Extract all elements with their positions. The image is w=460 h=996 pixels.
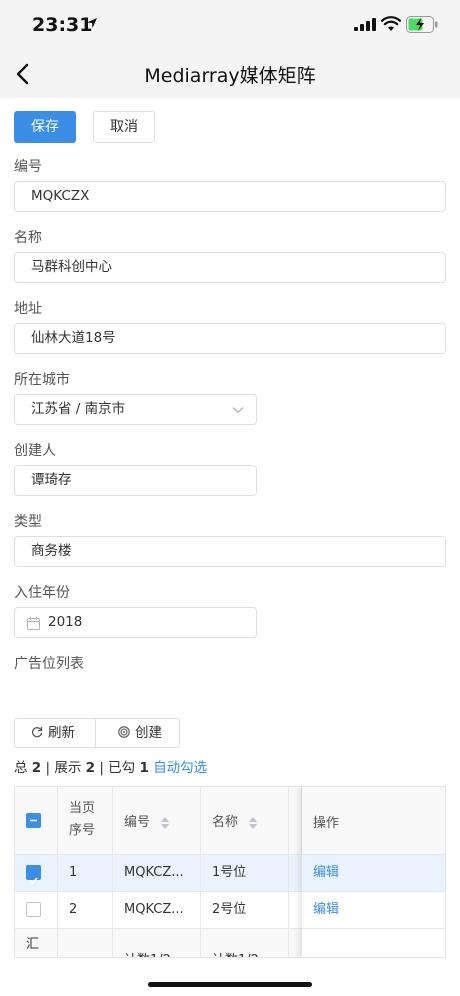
footer-code-count: 计数1/2 xyxy=(113,929,201,957)
header-code[interactable]: 编号 xyxy=(113,787,201,855)
select-all-checkbox[interactable] xyxy=(26,813,41,828)
refresh-icon xyxy=(31,727,43,738)
wifi-icon xyxy=(381,16,401,31)
summary-shown: 2 xyxy=(85,760,96,776)
sort-icon xyxy=(249,816,258,829)
refresh-label: 刷新 xyxy=(48,725,75,741)
calendar-icon xyxy=(27,617,40,630)
header-seq-line1: 当页 xyxy=(69,801,96,816)
header-actions: 操作 xyxy=(302,787,445,855)
footer-label: 汇 xyxy=(15,929,58,957)
name-label: 名称 xyxy=(14,230,42,246)
row-checkbox[interactable] xyxy=(26,865,41,885)
city-select-value: 江苏省 / 南京市 xyxy=(31,401,126,417)
type-field[interactable]: 商务楼 xyxy=(14,536,446,567)
row-name: 1号位 xyxy=(201,855,289,892)
location-arrow-icon xyxy=(87,18,97,28)
name-field[interactable]: 马群科创中心 xyxy=(14,252,446,283)
year-label: 入住年份 xyxy=(14,585,70,601)
address-field[interactable]: 仙林大道18号 xyxy=(14,323,446,354)
row-action-cell: 编辑 xyxy=(302,892,445,929)
auto-select-link[interactable]: 自动勾选 xyxy=(153,760,207,776)
page: 23:31 Mediarray媒体矩阵 保存 取消 编号 MQKCZX 名称 马… xyxy=(0,0,460,996)
type-label: 类型 xyxy=(14,514,42,530)
actions-column: 操作 编辑 编辑 xyxy=(302,787,445,957)
edit-link[interactable]: 编辑 xyxy=(313,902,339,917)
city-label: 所在城市 xyxy=(14,372,70,388)
row-action-cell: 编辑 xyxy=(302,855,445,892)
header-spacer xyxy=(289,787,302,855)
header-seq: 当页 序号 xyxy=(58,787,113,855)
header-seq-line2: 序号 xyxy=(69,823,96,838)
footer-seq xyxy=(58,929,113,957)
create-button[interactable]: 创建 xyxy=(96,719,180,747)
creator-label: 创建人 xyxy=(14,443,56,459)
creator-field[interactable]: 谭琦存 xyxy=(14,465,257,496)
code-label: 编号 xyxy=(14,159,42,175)
table-toolbar: 刷新 创建 xyxy=(14,718,180,748)
year-value: 2018 xyxy=(48,614,83,630)
summary-checked: 1 xyxy=(139,760,149,776)
battery-charging-icon xyxy=(406,16,438,33)
footer-name-count: 计数1/2 xyxy=(201,929,289,957)
header-select-all xyxy=(15,787,58,855)
create-label: 创建 xyxy=(135,725,162,741)
summary-total-label: 总 xyxy=(14,760,28,776)
summary-shown-label: | 展示 xyxy=(45,760,82,776)
chevron-down-icon xyxy=(232,407,244,414)
ad-list-label: 广告位列表 xyxy=(14,656,84,672)
status-time: 23:31 xyxy=(32,14,93,36)
refresh-button[interactable]: 刷新 xyxy=(15,719,95,747)
table-summary: 总 2 | 展示 2 | 已勾 1 自动勾选 xyxy=(14,756,207,776)
status-bar: 23:31 xyxy=(0,0,460,50)
address-label: 地址 xyxy=(14,301,42,317)
row-seq: 2 xyxy=(58,892,113,929)
row-name: 2号位 xyxy=(201,892,289,929)
row-checkbox[interactable] xyxy=(26,902,41,917)
save-button[interactable]: 保存 xyxy=(14,111,76,143)
signal-icon xyxy=(354,18,376,31)
summary-total: 2 xyxy=(31,760,42,776)
row-select-cell xyxy=(15,892,58,929)
ad-slots-table: 当页 序号 编号 名称 1 MQKCZ... 1号位 2 MQKCZ... 2号… xyxy=(14,786,446,958)
check-icon xyxy=(29,877,38,885)
indeterminate-icon xyxy=(30,819,37,822)
row-seq: 1 xyxy=(58,855,113,892)
nav-bar: Mediarray媒体矩阵 xyxy=(0,50,460,98)
row-select-cell xyxy=(15,855,58,892)
home-indicator xyxy=(148,982,312,987)
year-picker[interactable]: 2018 xyxy=(14,607,257,638)
row-code: MQKCZ... xyxy=(113,892,201,929)
summary-checked-label: | 已勾 xyxy=(99,760,136,776)
header-name-label: 名称 xyxy=(212,815,239,830)
header-name[interactable]: 名称 xyxy=(201,787,289,855)
edit-link[interactable]: 编辑 xyxy=(313,865,339,880)
cancel-button[interactable]: 取消 xyxy=(93,111,155,143)
header-code-label: 编号 xyxy=(124,815,151,830)
sort-icon xyxy=(161,816,170,829)
row-code: MQKCZ... xyxy=(113,855,201,892)
target-icon xyxy=(118,726,130,738)
city-select[interactable]: 江苏省 / 南京市 xyxy=(14,394,257,425)
page-title: Mediarray媒体矩阵 xyxy=(144,65,316,87)
code-field[interactable]: MQKCZX xyxy=(14,181,446,212)
